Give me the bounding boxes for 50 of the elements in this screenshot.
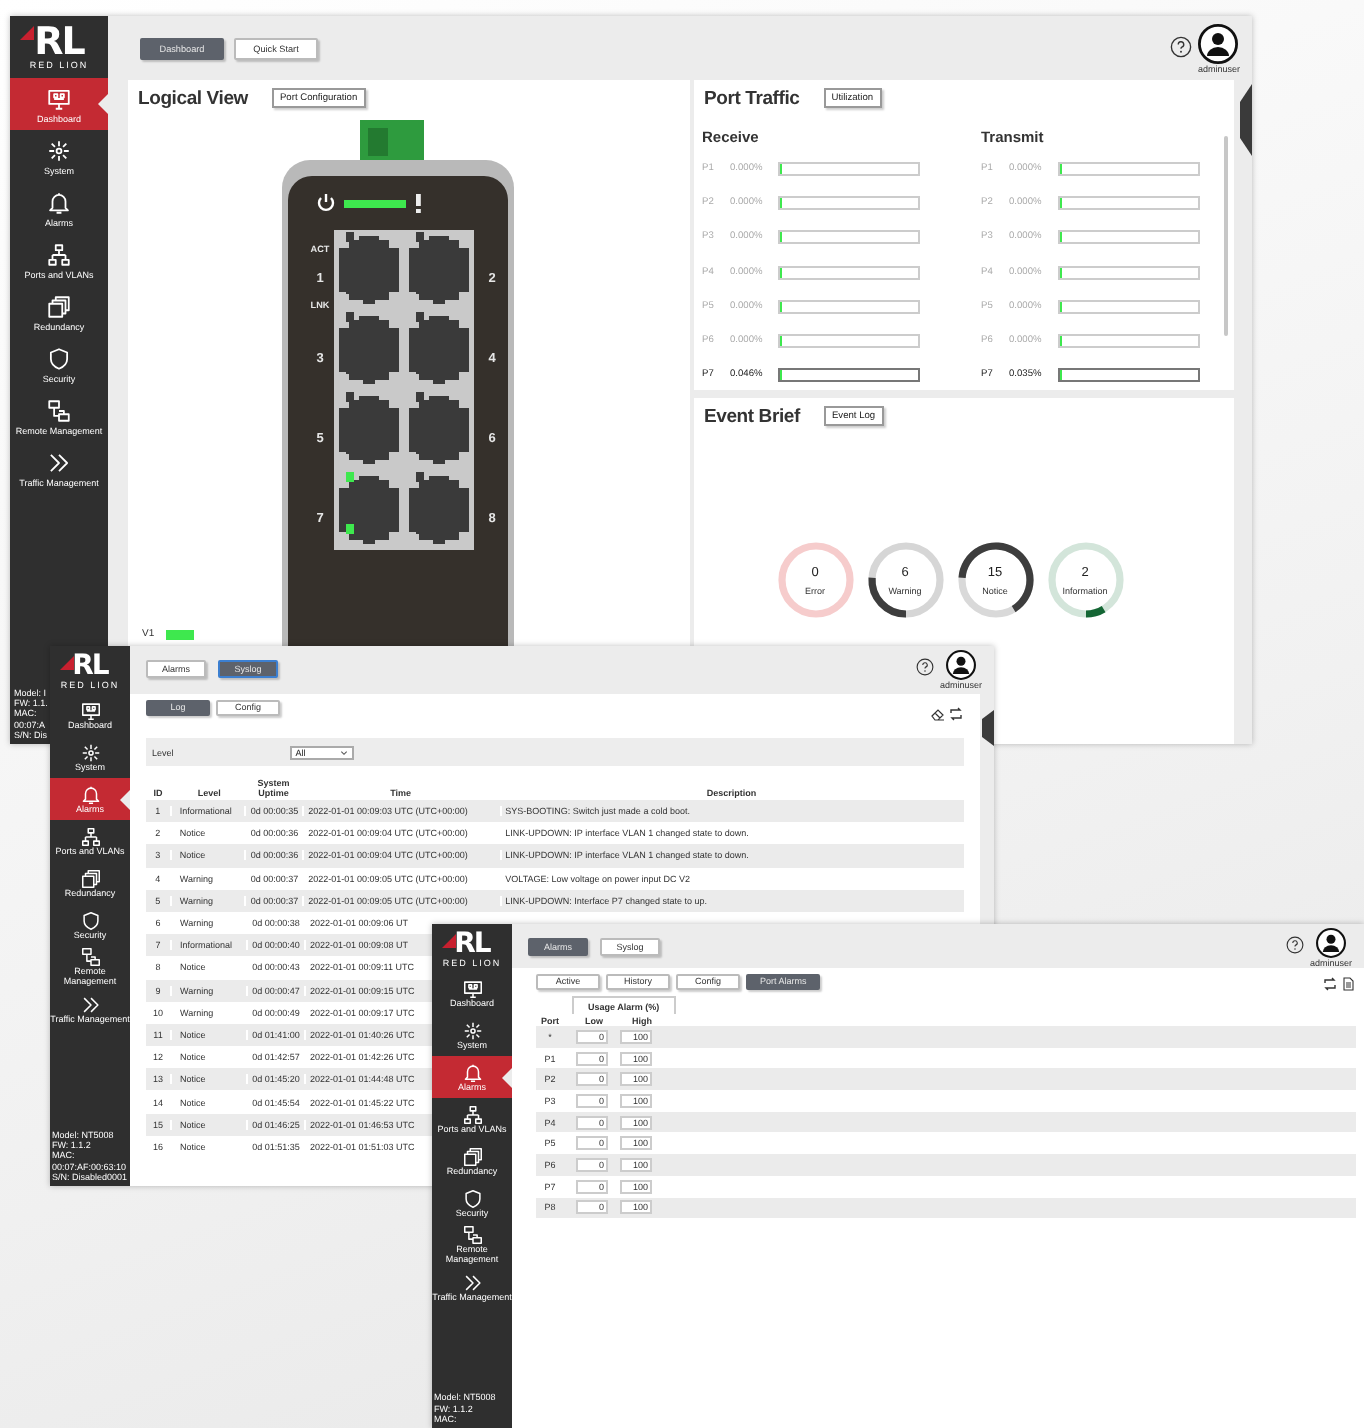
logo-triangle-icon: [20, 26, 34, 40]
collapse-handle[interactable]: [982, 710, 994, 746]
status-led: [344, 200, 406, 208]
power-icon: [317, 194, 335, 211]
logo-triangle-icon: [60, 656, 74, 670]
help-icon[interactable]: [915, 658, 934, 676]
refresh-icon[interactable]: [948, 705, 964, 721]
shield-icon: [46, 345, 72, 371]
help-icon[interactable]: [1169, 36, 1192, 58]
double-chevron-icon: [46, 449, 72, 475]
network-icon: [46, 137, 72, 163]
panel-title: Port Traffic: [704, 87, 800, 109]
double-chevron-icon: [461, 1271, 483, 1294]
monitors-icon: [79, 946, 101, 969]
logo-mark: RL: [34, 24, 84, 60]
hierarchy-icon: [79, 825, 101, 848]
stacked-squares-icon: [79, 867, 101, 890]
panel-title: Event Brief: [704, 405, 800, 427]
monitor-icon: [79, 699, 101, 722]
monitor-icon: [46, 85, 72, 111]
scrollbar[interactable]: [1224, 136, 1228, 336]
caret-icon: [339, 749, 348, 755]
stacked-squares-icon: [46, 293, 72, 319]
logo-mark: RL: [72, 651, 108, 679]
donut-arc: [1084, 605, 1105, 618]
bell-icon: [461, 1061, 483, 1084]
double-chevron-icon: [79, 993, 101, 1016]
hierarchy-icon: [461, 1103, 483, 1126]
network-icon: [79, 741, 101, 764]
status-indicator: [166, 630, 195, 640]
refresh-icon[interactable]: [1322, 975, 1338, 991]
panel-title: Logical View: [138, 87, 248, 109]
shield-icon: [461, 1187, 483, 1210]
monitors-icon: [46, 397, 72, 423]
avatar-icon[interactable]: [1198, 24, 1239, 64]
network-icon: [461, 1019, 483, 1042]
monitors-icon: [461, 1224, 483, 1247]
hierarchy-icon: [46, 241, 72, 267]
bell-icon: [79, 783, 101, 806]
stacked-squares-icon: [461, 1145, 483, 1168]
avatar-icon[interactable]: [1315, 928, 1346, 958]
avatar-icon[interactable]: [945, 650, 976, 680]
monitor-icon: [461, 977, 483, 1000]
help-icon[interactable]: [1285, 936, 1304, 954]
logo-triangle-icon: [442, 934, 456, 948]
document-icon[interactable]: [1340, 975, 1356, 991]
alert-icon: [416, 194, 421, 213]
eraser-icon[interactable]: [930, 705, 946, 721]
bell-icon: [46, 189, 72, 215]
shield-icon: [79, 909, 101, 932]
